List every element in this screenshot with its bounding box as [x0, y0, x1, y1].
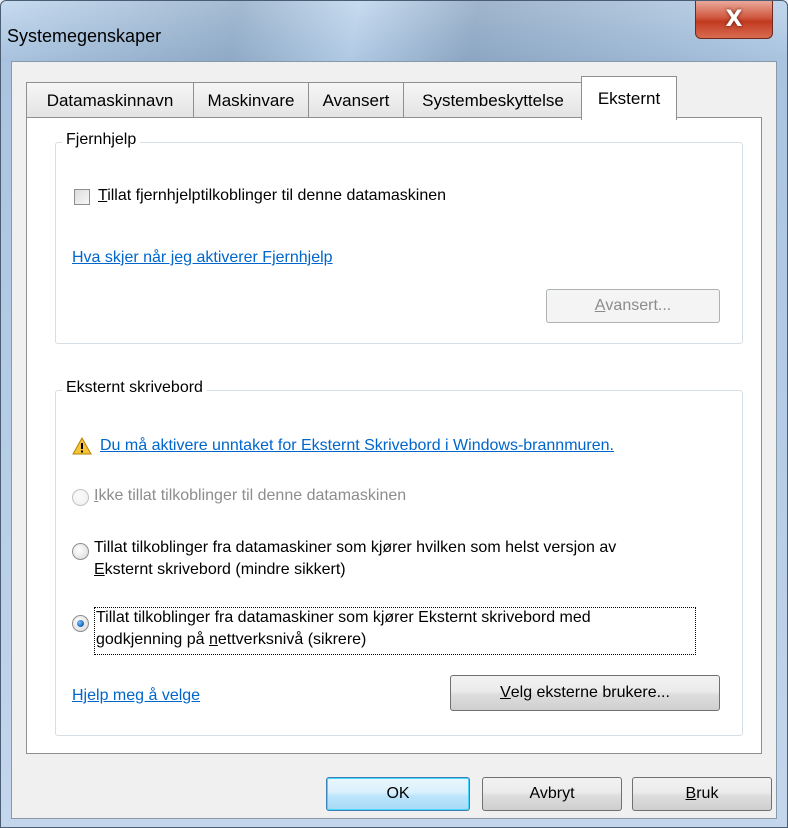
- radio-allow-any-version[interactable]: [72, 543, 89, 560]
- radio-deny-connections-label[interactable]: Ikke tillat tilkoblinger til denne datam…: [94, 487, 406, 505]
- close-button[interactable]: X: [695, 1, 773, 39]
- firewall-exception-link[interactable]: Du må aktivere unntaket for Eksternt Skr…: [100, 437, 614, 455]
- mnemonic: E: [94, 561, 105, 578]
- mnemonic: V: [500, 684, 511, 701]
- tab-systembeskyttelse[interactable]: Systembeskyttelse: [403, 82, 583, 118]
- button-label-rest: vansert...: [605, 297, 672, 314]
- warning-icon: [72, 437, 92, 455]
- allow-remote-assistance-label[interactable]: Tillat fjernhjelptilkoblinger til denne …: [98, 187, 446, 205]
- radio-allow-any-version-label-line1[interactable]: Tillat tilkoblinger fra datamaskiner som…: [94, 539, 616, 557]
- radio-allow-nla-label-line1[interactable]: Tillat tilkoblinger fra datamaskiner som…: [96, 609, 591, 627]
- tab-label: Systembeskyttelse: [422, 90, 564, 110]
- tab-maskinvare[interactable]: Maskinvare: [193, 82, 309, 118]
- label-rest: kke tillat tilkoblinger til denne datama…: [98, 487, 407, 504]
- mnemonic: A: [594, 297, 606, 314]
- button-label-rest: ruk: [696, 785, 719, 802]
- button-label: Avbryt: [529, 785, 575, 802]
- dialog-client-area: Datamaskinnavn Maskinvare Avansert Syste…: [11, 61, 777, 819]
- button-label: OK: [386, 785, 410, 802]
- tab-avansert[interactable]: Avansert: [308, 82, 404, 118]
- title-bar[interactable]: Systemegenskaper X: [1, 1, 787, 61]
- radio-allow-nla[interactable]: [72, 615, 89, 632]
- tab-label: Avansert: [322, 90, 390, 110]
- label-part: ettverksnivå (sikrere): [217, 631, 367, 648]
- cancel-button[interactable]: Avbryt: [482, 777, 622, 811]
- ok-button[interactable]: OK: [326, 777, 470, 811]
- label-rest: ksternt skrivebord (mindre sikkert): [104, 561, 346, 578]
- remote-desktop-group: Eksternt skrivebord Du må aktivere unnta…: [55, 379, 743, 736]
- tab-panel-eksternt: Fjernhjelp Tillat fjernhjelptilkoblinger…: [26, 117, 762, 754]
- tab-label: Eksternt: [597, 88, 661, 108]
- remote-desktop-title: Eksternt skrivebord: [62, 379, 207, 397]
- help-me-choose-link[interactable]: Hjelp meg å velge: [72, 687, 200, 705]
- radio-deny-connections[interactable]: [72, 489, 89, 506]
- select-remote-users-button[interactable]: Velg eksterne brukere...: [450, 675, 720, 711]
- allow-remote-assistance-checkbox[interactable]: [74, 189, 90, 205]
- window-title: Systemegenskaper: [7, 26, 162, 46]
- tab-label: Maskinvare: [207, 90, 295, 110]
- label-rest: illat fjernhjelptilkoblinger til denne d…: [107, 187, 447, 204]
- apply-button[interactable]: Bruk: [632, 777, 772, 811]
- radio-allow-any-version-label-line2[interactable]: Eksternt skrivebord (mindre sikkert): [94, 561, 346, 579]
- radio-allow-nla-label-line2[interactable]: godkjenning på nettverksnivå (sikrere): [96, 631, 366, 649]
- remote-assistance-group: Fjernhjelp Tillat fjernhjelptilkoblinger…: [55, 131, 743, 344]
- button-label-rest: elg eksterne brukere...: [510, 684, 670, 701]
- tab-eksternt[interactable]: Eksternt: [581, 76, 677, 120]
- mnemonic: B: [685, 785, 697, 802]
- close-icon: X: [725, 7, 743, 32]
- advanced-button[interactable]: Avansert...: [546, 289, 720, 323]
- tab-label: Datamaskinnavn: [46, 90, 174, 110]
- radio-allow-nla-focus: Tillat tilkoblinger fra datamaskiner som…: [94, 607, 696, 655]
- mnemonic: n: [208, 631, 218, 648]
- remote-assistance-help-link[interactable]: Hva skjer når jeg aktiverer Fjernhjelp: [72, 249, 333, 267]
- system-properties-window: Systemegenskaper X Datamaskinnavn Maskin…: [0, 0, 788, 828]
- tab-datamaskinnavn[interactable]: Datamaskinnavn: [26, 82, 194, 118]
- label-part: godkjenning på: [96, 631, 209, 648]
- mnemonic: T: [98, 187, 108, 204]
- remote-assistance-title: Fjernhjelp: [62, 131, 141, 149]
